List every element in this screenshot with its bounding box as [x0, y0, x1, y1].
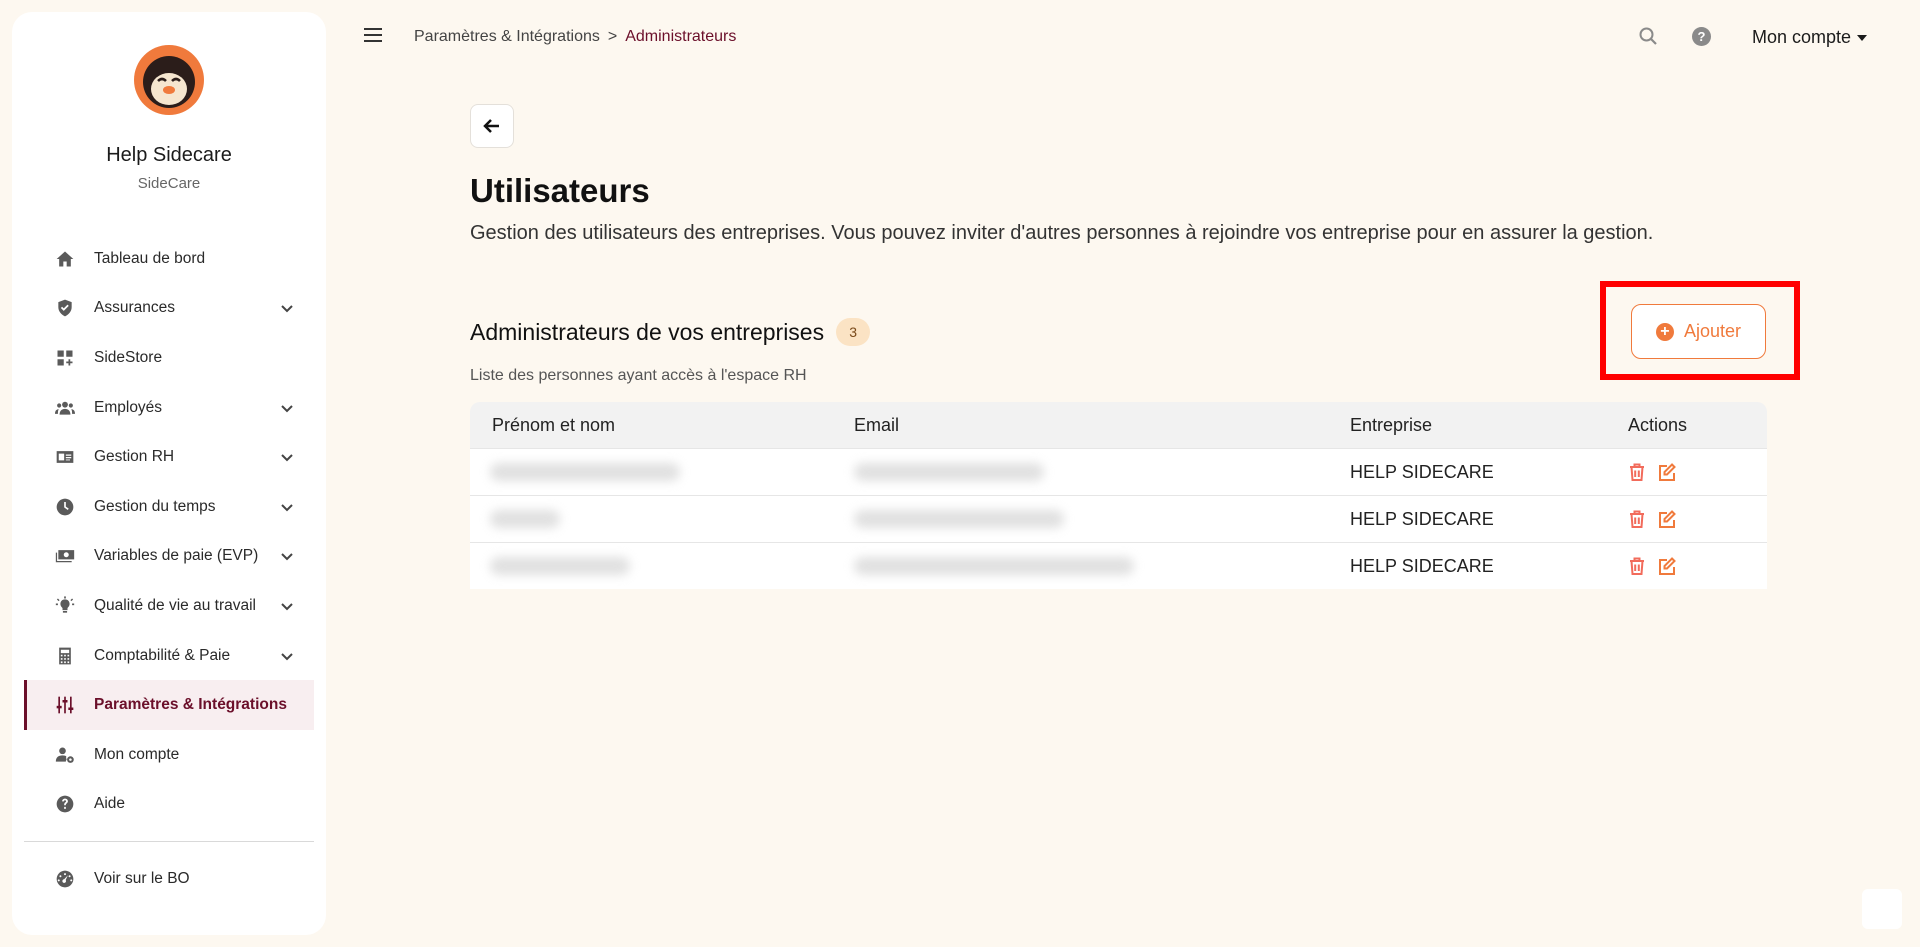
sliders-icon [54, 694, 76, 716]
search-icon[interactable] [1638, 26, 1658, 46]
hamburger-menu-icon[interactable] [364, 28, 382, 44]
sidebar-divider [24, 841, 314, 842]
sidebar-item-qualite-de-vie[interactable]: Qualité de vie au travail [24, 581, 314, 631]
chat-widget-button[interactable] [1862, 889, 1902, 929]
admins-table: Prénom et nom Email Entreprise Actions H… [470, 402, 1767, 589]
trash-icon[interactable] [1628, 556, 1646, 576]
add-button-label: Ajouter [1683, 321, 1742, 341]
sidebar-item-sidestore[interactable]: SideStore [24, 333, 314, 383]
account-label: Mon compte [1752, 27, 1852, 47]
home-icon [54, 248, 76, 270]
sidebar-item-label: Tableau de bord [94, 249, 206, 267]
sidebar-item-employes[interactable]: Employés [24, 383, 314, 433]
sidebar: Help Sidecare SideCare Tableau de bord A… [12, 12, 326, 935]
column-header-name: Prénom et nom [492, 415, 616, 435]
back-button[interactable] [470, 104, 514, 148]
calculator-icon [54, 645, 76, 667]
caret-down-icon [1857, 34, 1868, 41]
chevron-down-icon [280, 401, 294, 415]
column-header-company: Entreprise [1350, 415, 1433, 435]
gauge-icon [54, 868, 76, 890]
sidebar-item-label: Variables de paie (EVP) [94, 547, 259, 565]
sidebar-item-assurances[interactable]: Assurances [24, 284, 314, 334]
table-row: HELP SIDECARE [470, 448, 1767, 495]
org-subtitle: SideCare [137, 175, 201, 192]
user-gear-icon [54, 744, 76, 766]
company-cell: HELP SIDECARE [1350, 462, 1494, 482]
page-title: Utilisateurs [470, 172, 650, 209]
account-menu[interactable]: Mon compte [1752, 27, 1868, 48]
section-title-text: Administrateurs de vos entreprises [470, 318, 825, 345]
shield-icon [54, 297, 76, 319]
breadcrumb: Paramètres & Intégrations > Administrate… [414, 28, 736, 46]
lightbulb-icon [54, 595, 76, 617]
sidebar-item-label: Gestion RH [94, 448, 175, 466]
breadcrumb-current: Administrateurs [625, 28, 737, 45]
sidebar-item-label: Mon compte [94, 745, 180, 763]
chevron-down-icon [280, 649, 294, 663]
sidebar-item-label: Paramètres & Intégrations [94, 696, 287, 714]
chevron-down-icon [280, 450, 294, 464]
sidebar-item-voir-sur-le-bo[interactable]: Voir sur le BO [24, 854, 314, 904]
breadcrumb-parent-link[interactable]: Paramètres & Intégrations [414, 28, 600, 46]
chevron-down-icon [280, 500, 294, 514]
id-card-icon [54, 446, 76, 468]
redacted-email [854, 557, 1134, 575]
clock-icon [54, 496, 76, 518]
penguin-avatar-icon [134, 45, 204, 115]
chevron-down-icon [280, 549, 294, 563]
sidebar-item-comptabilite-paie[interactable]: Comptabilité & Paie [24, 631, 314, 681]
breadcrumb-separator-icon: > [607, 28, 618, 45]
column-header-actions: Actions [1628, 415, 1688, 435]
edit-icon[interactable] [1658, 556, 1676, 576]
sidebar-item-label: Gestion du temps [94, 497, 216, 515]
redacted-name [490, 463, 680, 481]
sidebar-item-label: Aide [94, 795, 126, 813]
column-header-email: Email [854, 415, 900, 435]
redacted-email [854, 463, 1044, 481]
add-button[interactable]: + Ajouter [1631, 304, 1766, 359]
sidebar-item-label: Voir sur le BO [94, 869, 190, 887]
trash-icon[interactable] [1628, 462, 1646, 482]
chevron-down-icon [280, 301, 294, 315]
count-badge: 3 [836, 318, 871, 346]
sidebar-item-gestion-du-temps[interactable]: Gestion du temps [24, 482, 314, 532]
company-cell: HELP SIDECARE [1350, 509, 1494, 529]
edit-icon[interactable] [1658, 509, 1676, 529]
table-header: Prénom et nom Email Entreprise Actions [470, 402, 1767, 448]
grid-plus-icon [54, 347, 76, 369]
trash-icon[interactable] [1628, 509, 1646, 529]
plus-circle-icon: + [1655, 322, 1674, 341]
section-title: Administrateurs de vos entreprises 3 [470, 318, 871, 346]
sidebar-item-mon-compte[interactable]: Mon compte [24, 730, 314, 780]
sidebar-item-label: Comptabilité & Paie [94, 646, 231, 664]
sidebar-bo-link-wrapper: Voir sur le BO [24, 854, 314, 904]
sidebar-nav: Tableau de bord Assurances SideStore Emp… [24, 234, 314, 829]
redacted-name [490, 557, 630, 575]
redacted-name [490, 510, 560, 528]
table-row: HELP SIDECARE [470, 542, 1767, 589]
help-circle-icon [54, 793, 76, 815]
sidebar-item-aide[interactable]: Aide [24, 780, 314, 830]
sidebar-item-label: Employés [94, 398, 163, 416]
sidebar-item-label: Assurances [94, 299, 175, 317]
money-icon [54, 545, 76, 567]
page-description: Gestion des utilisateurs des entreprises… [470, 222, 1654, 244]
sidebar-item-gestion-rh[interactable]: Gestion RH [24, 432, 314, 482]
chevron-down-icon [280, 599, 294, 613]
users-icon [54, 397, 76, 419]
section-subtitle: Liste des personnes ayant accès à l'espa… [470, 367, 807, 384]
sidebar-item-tableau-de-bord[interactable]: Tableau de bord [24, 234, 314, 284]
sidebar-item-parametres-integrations[interactable]: Paramètres & Intégrations [24, 680, 314, 730]
edit-icon[interactable] [1658, 462, 1676, 482]
arrow-left-icon [483, 119, 499, 133]
sidebar-item-label: SideStore [94, 348, 163, 366]
company-cell: HELP SIDECARE [1350, 556, 1494, 576]
org-name: Help Sidecare [106, 144, 232, 166]
help-icon[interactable]: ? [1692, 27, 1711, 46]
redacted-email [854, 510, 1064, 528]
table-row: HELP SIDECARE [470, 495, 1767, 542]
sidebar-item-variables-de-paie[interactable]: Variables de paie (EVP) [24, 532, 314, 582]
sidebar-item-label: Qualité de vie au travail [94, 596, 256, 614]
